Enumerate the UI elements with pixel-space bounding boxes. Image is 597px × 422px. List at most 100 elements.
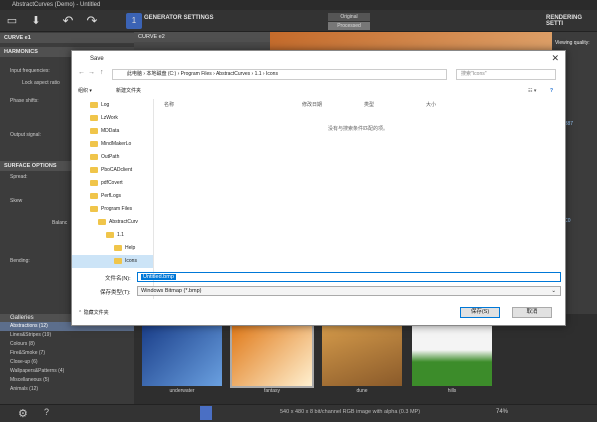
tree-item-label: pdfCovert xyxy=(101,180,123,186)
tree-item[interactable]: PerfLogs xyxy=(72,190,153,203)
tree-item[interactable]: MindMakerLo xyxy=(72,138,153,151)
thumbnail-underwater[interactable] xyxy=(142,326,222,386)
tree-item-label: Log xyxy=(101,102,110,108)
tree-item-label: PerfLogs xyxy=(101,193,122,199)
mode-original[interactable]: Original xyxy=(328,13,370,21)
folder-icon xyxy=(90,114,98,121)
chevron-up-icon: ⌃ xyxy=(78,310,83,316)
gallery-item[interactable]: Miscellaneous (5) xyxy=(0,376,134,385)
cancel-button[interactable]: 取消 xyxy=(512,307,552,318)
save-dialog: Save ✕ ← → ↑ 此电脑 › 本地磁盘 (C:) › Program F… xyxy=(71,50,566,326)
filename-field[interactable]: Untitled.bmp xyxy=(137,272,561,282)
new-folder-button[interactable]: 新建文件夹 xyxy=(116,85,141,97)
gear-icon[interactable]: ⚙ xyxy=(18,407,28,420)
back-icon[interactable]: ← xyxy=(78,69,85,76)
undo-icon[interactable]: ↶ xyxy=(60,13,76,29)
gallery-item[interactable]: Lines&Stripes (19) xyxy=(0,331,134,340)
window-title: AbstractCurves (Demo) - Untitled xyxy=(0,0,597,10)
generator-settings-label: GENERATOR SETTINGS xyxy=(144,15,214,21)
hide-folders-label: 隐藏文件夹 xyxy=(83,310,109,316)
status-bar: ⚙ ? 540 x 480 x 8 bit/channel RGB image … xyxy=(0,404,597,422)
tree-item-label: LzWork xyxy=(101,115,118,121)
tree-item[interactable]: Icons xyxy=(72,255,153,268)
breadcrumb-item[interactable]: 1.1 xyxy=(255,71,262,77)
tree-item[interactable]: MDData xyxy=(72,125,153,138)
column-name[interactable]: 名称 xyxy=(164,101,174,108)
folder-icon xyxy=(90,179,98,186)
search-input[interactable]: 搜索"Icons" xyxy=(456,69,556,80)
tree-item[interactable]: Program Files xyxy=(72,203,153,216)
folder-icon xyxy=(106,231,114,238)
tree-item[interactable]: PboCADclient xyxy=(72,164,153,177)
address-bar[interactable]: 此电脑 › 本地磁盘 (C:) › Program Files › Abstra… xyxy=(112,69,447,80)
command-bar: 组织 ▾ 新建文件夹 ☷ ▾ ? xyxy=(72,85,565,97)
breadcrumb-item[interactable]: Icons xyxy=(266,71,278,77)
save-button[interactable]: 保存(S) xyxy=(460,307,500,318)
save-icon[interactable]: ⬇ xyxy=(28,13,44,29)
tree-item-label: OutPath xyxy=(101,154,120,160)
help-icon[interactable]: ? xyxy=(550,85,553,97)
hide-folders-toggle[interactable]: ⌃ 隐藏文件夹 xyxy=(78,309,109,316)
breadcrumb-item[interactable]: AbstractCurves xyxy=(216,71,250,77)
column-type[interactable]: 类型 xyxy=(364,101,374,108)
folder-icon xyxy=(90,101,98,108)
view-options-icon[interactable]: ☷ ▾ xyxy=(528,85,536,97)
zoom-level: 74% xyxy=(496,409,509,415)
image-info: 540 x 480 x 8 bit/channel RGB image with… xyxy=(280,409,421,415)
thumbnail-label: fantasy xyxy=(263,388,281,394)
tree-item-label: Icons xyxy=(125,258,137,264)
tree-item[interactable]: pdfCovert xyxy=(72,177,153,190)
thumbnail-hills[interactable] xyxy=(412,326,492,386)
up-icon[interactable]: ↑ xyxy=(100,69,104,76)
tree-item-label: Help xyxy=(125,245,136,251)
tree-item-label: MindMakerLo xyxy=(101,141,132,147)
curve-tab-e2[interactable]: CURVE e2 xyxy=(134,32,270,42)
column-headers: 名称 修改日期 类型 大小 xyxy=(158,101,558,111)
mode-processed[interactable]: Processed xyxy=(328,22,370,30)
forward-icon[interactable]: → xyxy=(88,69,95,76)
redo-icon[interactable]: ↷ xyxy=(84,13,100,29)
tree-item-label: AbstractCurv xyxy=(109,219,138,225)
tree-item[interactable]: AbstractCurv xyxy=(72,216,153,229)
tree-item[interactable]: LzWork xyxy=(72,112,153,125)
organize-button[interactable]: 组织 ▾ xyxy=(78,85,92,97)
thumbnail-fantasy[interactable] xyxy=(230,324,314,388)
filename-label: 文件名(N): xyxy=(105,276,131,282)
gallery-item[interactable]: Fire&Smoke (7) xyxy=(0,349,134,358)
folder-icon xyxy=(98,218,106,225)
breadcrumb-item[interactable]: Program Files xyxy=(181,71,212,77)
gallery-item[interactable]: Colours (8) xyxy=(0,340,134,349)
folder-icon xyxy=(90,192,98,199)
filetype-label: 保存类型(T): xyxy=(100,290,131,296)
close-icon[interactable]: ✕ xyxy=(551,53,559,64)
open-icon[interactable]: ▭ xyxy=(4,13,20,29)
chevron-down-icon: ⌄ xyxy=(551,288,556,294)
tree-item-label: PboCADclient xyxy=(101,167,133,173)
breadcrumb-item[interactable]: 此电脑 xyxy=(127,71,142,77)
tree-item[interactable]: OutPath xyxy=(72,151,153,164)
gallery-item[interactable]: Close-up (6) xyxy=(0,358,134,367)
download-icon[interactable] xyxy=(200,406,212,420)
thumbnail-label: hills xyxy=(447,388,457,394)
thumbnail-dune[interactable] xyxy=(322,326,402,386)
help-icon[interactable]: ? xyxy=(44,407,49,417)
folder-icon xyxy=(114,257,122,264)
galleries-panel: Galleries Abstractions (12) Lines&Stripes… xyxy=(0,314,134,404)
gallery-item[interactable]: Animals (12) xyxy=(0,385,134,394)
filetype-select[interactable]: Windows Bitmap (*.bmp) ⌄ xyxy=(137,286,561,296)
thumbnail-label: underwater xyxy=(169,388,195,394)
gallery-item[interactable]: Wallpapers&Patterns (4) xyxy=(0,367,134,376)
tree-item[interactable]: Help xyxy=(72,242,153,255)
tree-item[interactable]: Log xyxy=(72,99,153,112)
breadcrumb-item[interactable]: 本地磁盘 (C:) xyxy=(146,71,176,77)
folder-tree: Log LzWork MDData MindMakerLo OutPath PboCADc… xyxy=(72,99,154,299)
folder-icon xyxy=(90,205,98,212)
filetype-value: Windows Bitmap (*.bmp) xyxy=(141,288,202,294)
tree-item[interactable]: 1.1 xyxy=(72,229,153,242)
curve-tab-e1[interactable]: CURVE e1 xyxy=(0,33,134,43)
column-modified[interactable]: 修改日期 xyxy=(302,101,322,108)
dialog-title: Save xyxy=(90,56,104,62)
filename-value: Untitled.bmp xyxy=(141,274,176,280)
column-size[interactable]: 大小 xyxy=(426,101,436,108)
tree-item-label: Program Files xyxy=(101,206,133,212)
